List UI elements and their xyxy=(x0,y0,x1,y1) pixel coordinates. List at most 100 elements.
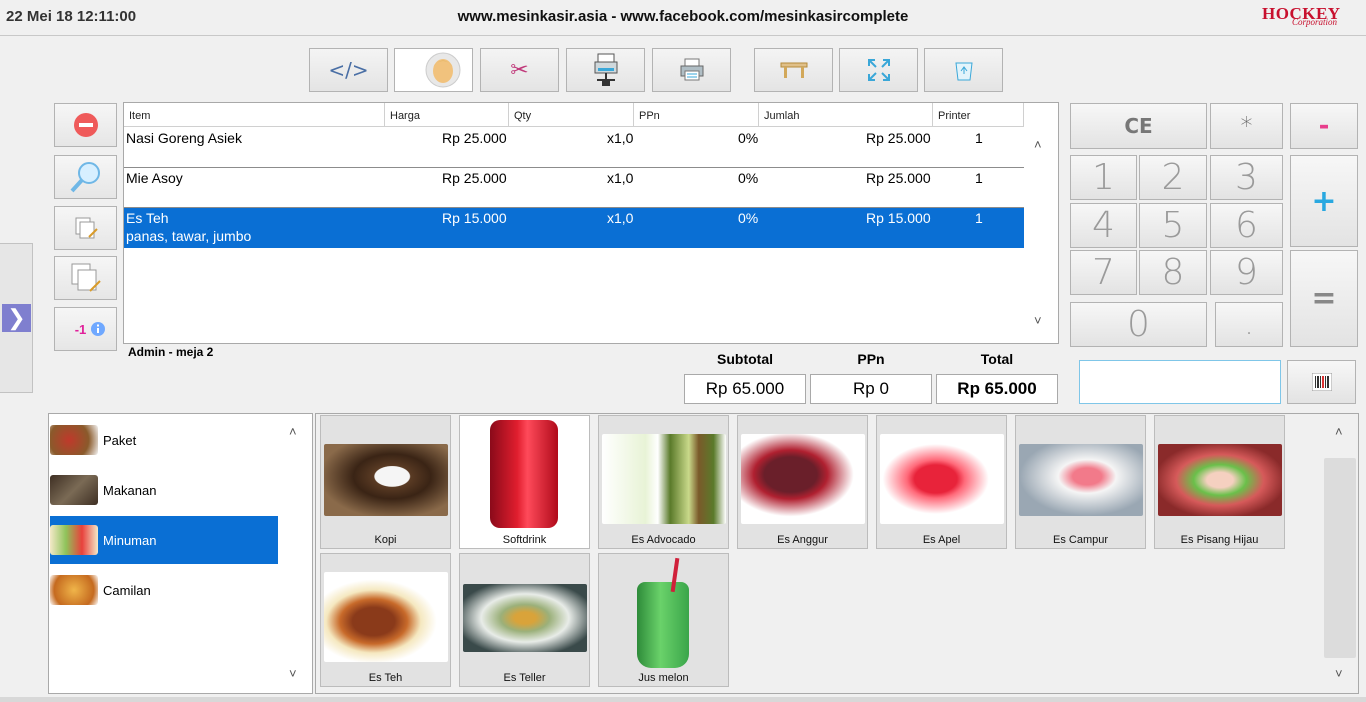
multiply-button[interactable]: * xyxy=(1210,103,1283,149)
code-button[interactable]: </> xyxy=(309,48,388,92)
product-tile[interactable]: Es Campur xyxy=(1015,415,1146,549)
product-image xyxy=(602,434,726,524)
order-item-printer: 1 xyxy=(975,130,983,146)
recycle-bin-button[interactable] xyxy=(924,48,1003,92)
category-item[interactable]: Makanan xyxy=(50,466,278,514)
column-header-jumlah[interactable]: Jumlah xyxy=(759,103,933,127)
edit-note-icon xyxy=(75,217,98,239)
print-button[interactable] xyxy=(652,48,731,92)
order-item-qty: x1,0 xyxy=(607,210,634,226)
product-tile[interactable]: Jus melon xyxy=(598,553,729,687)
order-item-name: Mie Asoy xyxy=(126,170,183,186)
category-item-selected[interactable]: Minuman xyxy=(50,516,278,564)
order-item-total: Rp 25.000 xyxy=(866,130,931,146)
chevron-up-icon[interactable]: ˄ xyxy=(289,424,297,439)
order-item-ppn: 0% xyxy=(738,170,759,186)
product-tile[interactable]: Kopi xyxy=(320,415,451,549)
product-scrollbar-thumb[interactable] xyxy=(1324,458,1356,658)
category-item[interactable]: Paket xyxy=(50,416,278,464)
product-tile[interactable]: Es Teh xyxy=(320,553,451,687)
product-tile[interactable]: Es Pisang Hijau xyxy=(1154,415,1285,549)
category-scrollbar[interactable]: ˄ ˅ xyxy=(278,414,312,693)
search-button[interactable] xyxy=(54,155,117,199)
chevron-right-icon[interactable]: ❯ xyxy=(2,304,31,332)
chevron-up-icon[interactable]: ˄ xyxy=(1335,424,1343,439)
key-0[interactable]: 0 xyxy=(1070,302,1207,347)
product-tile[interactable]: Es Anggur xyxy=(737,415,868,549)
remove-icon xyxy=(73,113,98,137)
barcode-input[interactable] xyxy=(1079,360,1281,404)
product-image xyxy=(490,420,558,528)
category-label: Makanan xyxy=(103,482,157,498)
chevron-down-icon[interactable]: ˅ xyxy=(289,666,297,681)
product-image xyxy=(741,434,865,524)
category-thumbnail xyxy=(50,525,98,555)
product-label: Es Advocado xyxy=(631,534,696,546)
key-1[interactable]: 1 xyxy=(1070,155,1137,200)
edit-all-button[interactable] xyxy=(54,256,117,300)
cut-button[interactable]: ✂ xyxy=(480,48,559,92)
order-item-name: Es Teh xyxy=(126,210,169,226)
order-item-qty: x1,0 xyxy=(607,170,634,186)
key-7[interactable]: 7 xyxy=(1070,250,1137,295)
key-4[interactable]: 4 xyxy=(1070,203,1137,248)
chevron-down-icon[interactable]: ˅ xyxy=(1034,313,1042,328)
column-header-qty[interactable]: Qty xyxy=(509,103,634,127)
key-2[interactable]: 2 xyxy=(1139,155,1207,200)
clear-entry-button[interactable]: CE xyxy=(1070,103,1207,149)
key-5[interactable]: 5 xyxy=(1139,203,1207,248)
key-3[interactable]: 3 xyxy=(1210,155,1283,200)
order-row[interactable]: Mie Asoy Rp 25.000 x1,0 0% Rp 25.000 1 xyxy=(124,168,1024,208)
chevron-down-icon[interactable]: ˅ xyxy=(1335,666,1343,681)
category-list: Paket Makanan Minuman Camilan xyxy=(48,413,313,694)
recycle-bin-icon xyxy=(954,62,973,81)
product-label: Es Teh xyxy=(368,672,403,684)
order-table-scrollbar[interactable]: ˄ ˅ xyxy=(1024,103,1058,343)
code-icon: </> xyxy=(328,58,369,82)
product-label: Softdrink xyxy=(502,534,547,546)
product-tile[interactable]: Es Teller xyxy=(459,553,590,687)
key-8[interactable]: 8 xyxy=(1139,250,1207,295)
chevron-up-icon[interactable]: ˄ xyxy=(1034,137,1042,152)
order-item-price: Rp 15.000 xyxy=(442,210,507,226)
category-thumbnail xyxy=(50,575,98,605)
plus-button[interactable]: + xyxy=(1290,155,1358,247)
category-item[interactable]: Camilan xyxy=(50,566,278,614)
order-item-total: Rp 15.000 xyxy=(866,210,931,226)
order-item-note: panas, tawar, jumbo xyxy=(126,228,252,244)
printer-icon xyxy=(680,58,703,81)
column-header-item[interactable]: Item xyxy=(124,103,385,127)
minus-qty-button[interactable]: -1 xyxy=(54,307,117,351)
order-row-selected[interactable]: Es Teh Rp 15.000 x1,0 0% Rp 15.000 1 pan… xyxy=(124,208,1024,248)
column-header-printer[interactable]: Printer xyxy=(933,103,1024,127)
product-label: Es Apel xyxy=(922,534,961,546)
order-item-ppn: 0% xyxy=(738,130,759,146)
fullscreen-button[interactable] xyxy=(839,48,918,92)
product-tile[interactable]: Es Apel xyxy=(876,415,1007,549)
product-image xyxy=(637,582,689,668)
order-row[interactable]: Nasi Goreng Asiek Rp 25.000 x1,0 0% Rp 2… xyxy=(124,128,1024,168)
minus-button[interactable]: - xyxy=(1290,103,1358,149)
edit-note-button[interactable] xyxy=(54,206,117,250)
brand-logo-subtitle: Corporation xyxy=(1292,17,1338,27)
barcode-scan-button[interactable] xyxy=(1287,360,1356,404)
product-image xyxy=(324,444,448,516)
decimal-button[interactable]: . xyxy=(1215,302,1283,347)
order-item-qty: x1,0 xyxy=(607,130,634,146)
order-item-price: Rp 25.000 xyxy=(442,130,507,146)
product-image xyxy=(324,572,448,662)
barcode-icon xyxy=(1311,373,1332,391)
product-tile[interactable]: Softdrink xyxy=(459,415,590,549)
product-tile[interactable]: Es Advocado xyxy=(598,415,729,549)
table-icon xyxy=(780,62,807,78)
equals-button[interactable]: = xyxy=(1290,250,1358,347)
key-9[interactable]: 9 xyxy=(1210,250,1283,295)
copy-edit-icon xyxy=(71,263,101,292)
network-printer-button[interactable] xyxy=(566,48,645,92)
column-header-ppn[interactable]: PPn xyxy=(634,103,759,127)
delete-item-button[interactable] xyxy=(54,103,117,147)
column-header-harga[interactable]: Harga xyxy=(385,103,509,127)
table-button[interactable] xyxy=(754,48,833,92)
user-button[interactable] xyxy=(394,48,473,92)
key-6[interactable]: 6 xyxy=(1210,203,1283,248)
